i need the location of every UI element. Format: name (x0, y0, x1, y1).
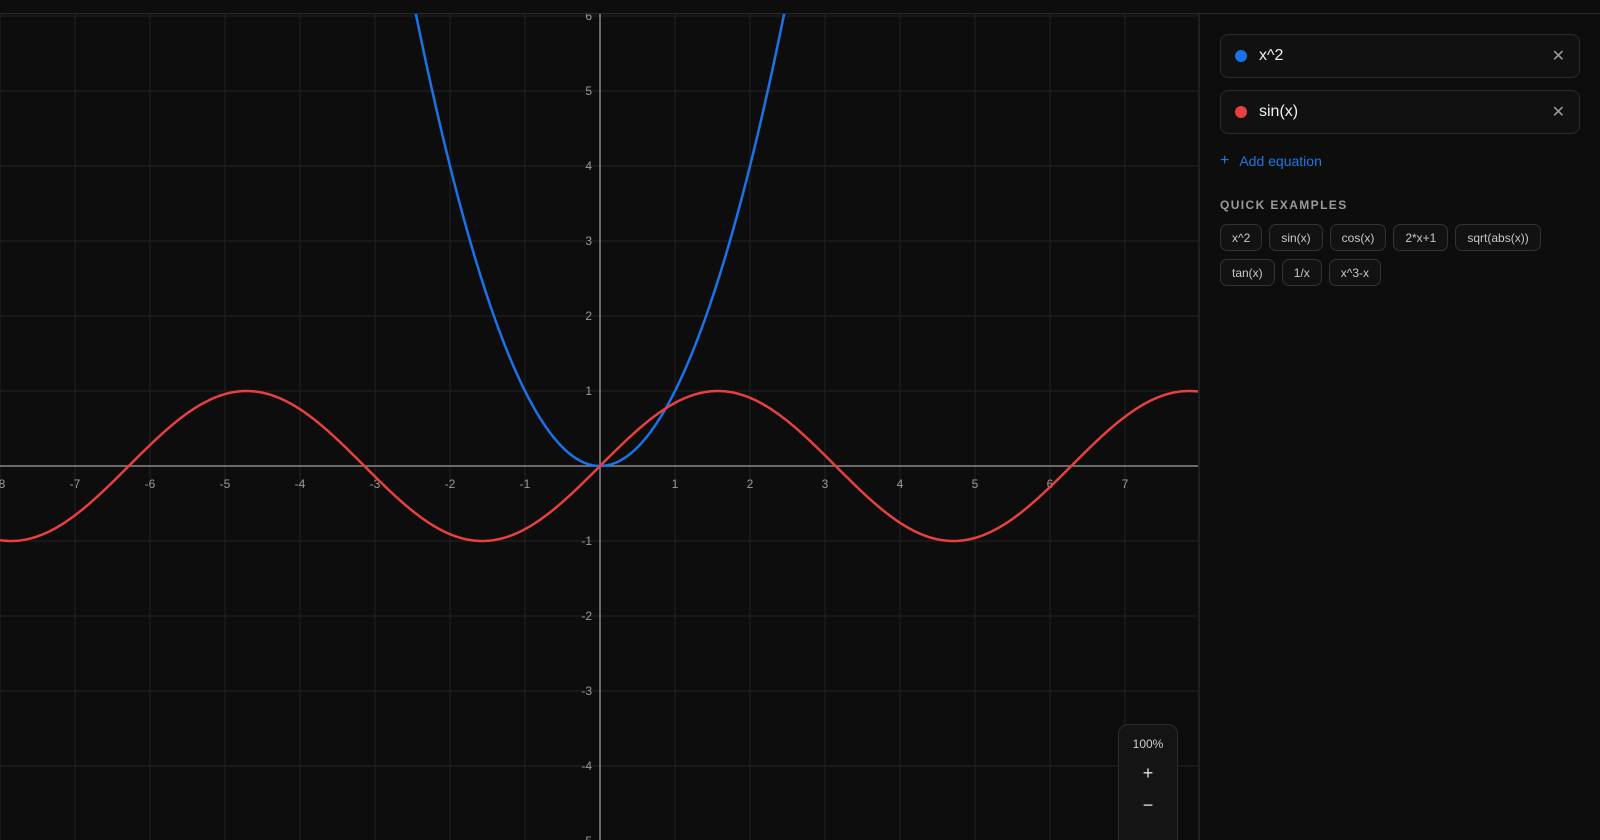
remove-equation-icon[interactable]: ✕ (1552, 46, 1565, 66)
y-tick-label: 2 (585, 309, 592, 323)
add-equation-button[interactable]: + Add equation (1220, 152, 1322, 170)
quick-examples-list: x^2 sin(x) cos(x) 2*x+1 sqrt(abs(x)) tan… (1220, 224, 1580, 286)
x-tick-label: 3 (822, 477, 829, 491)
equation-input[interactable]: x^2 (1259, 47, 1552, 65)
remove-equation-icon[interactable]: ✕ (1552, 102, 1565, 122)
y-tick-label: 5 (585, 84, 592, 98)
graph-svg[interactable]: -8-7-6-5-4-3-2-11234567654321-1-2-3-4-5 (0, 14, 1198, 840)
example-chip[interactable]: 1/x (1281, 259, 1322, 286)
y-tick-label: 4 (585, 159, 592, 173)
x-tick-label: -1 (520, 477, 531, 491)
x-tick-label: 1 (672, 477, 679, 491)
example-chip[interactable]: tan(x) (1220, 259, 1275, 286)
graph-canvas[interactable]: -8-7-6-5-4-3-2-11234567654321-1-2-3-4-5 (0, 14, 1198, 840)
y-tick-label: -3 (581, 684, 592, 698)
equations-sidebar: x^2 ✕ sin(x) ✕ + Add equation QUICK EXAM… (1200, 14, 1600, 840)
x-tick-label: 4 (897, 477, 904, 491)
example-chip[interactable]: sqrt(abs(x)) (1455, 224, 1541, 251)
x-tick-label: -2 (445, 477, 456, 491)
example-chip[interactable]: 2*x+1 (1393, 224, 1449, 251)
x-tick-label: -4 (295, 477, 306, 491)
x-tick-label: -7 (70, 477, 81, 491)
zoom-out-button[interactable]: − (1143, 795, 1154, 815)
equation-color-dot[interactable] (1235, 106, 1247, 118)
top-bar (0, 0, 1600, 14)
x-tick-label: -5 (220, 477, 231, 491)
equation-card-1[interactable]: x^2 ✕ (1220, 34, 1580, 78)
zoom-level: 100% (1132, 737, 1164, 751)
example-chip[interactable]: x^2 (1220, 224, 1263, 251)
x-tick-label: -6 (145, 477, 156, 491)
equation-card-2[interactable]: sin(x) ✕ (1220, 90, 1580, 134)
y-tick-label: -5 (581, 834, 592, 840)
add-equation-label: Add equation (1239, 153, 1322, 169)
example-chip[interactable]: sin(x) (1269, 224, 1323, 251)
zoom-in-button[interactable]: + (1143, 763, 1154, 783)
zoom-controls: 100% + − (1118, 724, 1178, 840)
y-tick-label: -2 (581, 609, 592, 623)
y-tick-label: 6 (585, 14, 592, 23)
quick-examples-title: QUICK EXAMPLES (1220, 198, 1348, 212)
equation-input[interactable]: sin(x) (1259, 103, 1552, 121)
y-tick-label: 3 (585, 234, 592, 248)
x-tick-label: 2 (747, 477, 754, 491)
equation-color-dot[interactable] (1235, 50, 1247, 62)
y-tick-label: 1 (585, 384, 592, 398)
example-chip[interactable]: cos(x) (1329, 224, 1387, 251)
example-chip[interactable]: x^3-x (1328, 259, 1382, 286)
x-tick-label: 7 (1122, 477, 1129, 491)
x-tick-label: -8 (0, 477, 6, 491)
x-tick-label: 5 (972, 477, 979, 491)
plus-icon: + (1220, 152, 1230, 169)
y-tick-label: -4 (581, 759, 592, 773)
y-tick-label: -1 (581, 534, 592, 548)
